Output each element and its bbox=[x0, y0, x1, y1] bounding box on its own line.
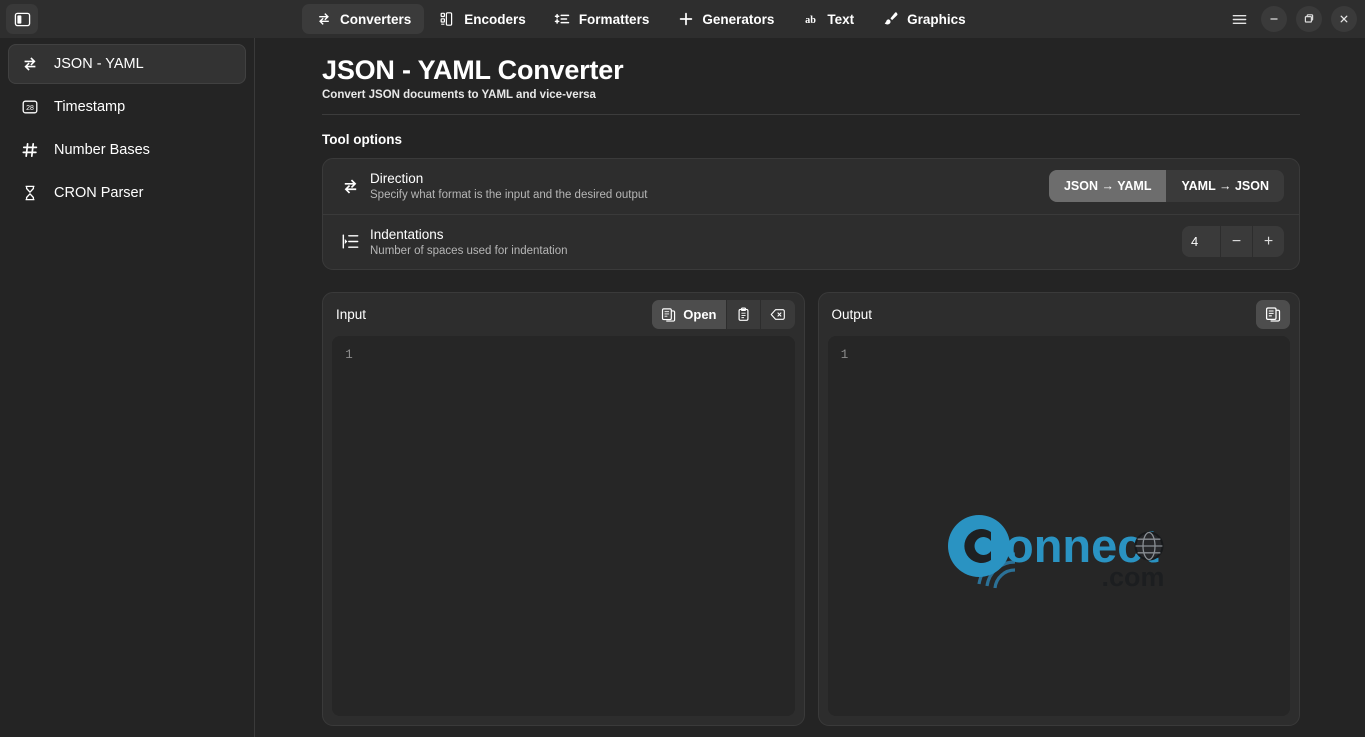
close-icon bbox=[1338, 13, 1350, 25]
open-file-button[interactable]: Open bbox=[652, 299, 726, 329]
calendar-28-icon: 28 bbox=[20, 98, 40, 116]
indent-icon bbox=[336, 232, 364, 251]
indentations-increment-button[interactable]: + bbox=[1252, 226, 1284, 258]
option-title: Direction bbox=[370, 171, 424, 187]
input-toolbar: Open bbox=[652, 299, 795, 329]
tab-label: Generators bbox=[702, 11, 775, 27]
maximize-button[interactable] bbox=[1296, 6, 1322, 32]
sidebar-panel-icon bbox=[14, 11, 31, 28]
tab-label: Graphics bbox=[907, 11, 966, 27]
format-list-icon bbox=[554, 11, 571, 28]
input-panel: Input Open 1 bbox=[322, 291, 805, 726]
svg-text:28: 28 bbox=[26, 105, 34, 112]
convert-arrows-icon bbox=[315, 11, 332, 28]
sidebar-item-label: Number Bases bbox=[54, 142, 150, 158]
input-code-area[interactable] bbox=[366, 336, 795, 716]
convert-arrows-icon bbox=[336, 177, 364, 196]
sidebar-item-cron-parser[interactable]: CRON Parser bbox=[8, 173, 246, 213]
output-panel: Output 1 onnect .com bbox=[817, 291, 1300, 726]
option-description: Specify what format is the input and the… bbox=[370, 189, 648, 202]
sidebar-toggle-button[interactable] bbox=[6, 4, 38, 34]
paste-button[interactable] bbox=[725, 299, 760, 329]
output-panel-header: Output bbox=[819, 293, 1300, 336]
tab-label: Formatters bbox=[578, 11, 650, 27]
sidebar-item-label: Timestamp bbox=[54, 99, 126, 115]
restore-window-icon bbox=[1303, 13, 1315, 25]
indentations-decrement-button[interactable]: − bbox=[1220, 226, 1252, 258]
close-button[interactable] bbox=[1331, 6, 1357, 32]
minimize-icon bbox=[1268, 13, 1280, 25]
option-row-indentations: Indentations Number of spaces used for i… bbox=[323, 213, 1299, 269]
editor-panels: Input Open 1 Output 1 onnect .com bbox=[322, 291, 1300, 726]
main-tab-bar: Converters Encoders Formatters Generator… bbox=[302, 4, 979, 34]
option-text-indentations: Indentations Number of spaces used for i… bbox=[364, 227, 1182, 257]
option-row-direction: Direction Specify what format is the inp… bbox=[323, 159, 1299, 214]
tool-options-label: Tool options bbox=[322, 131, 402, 147]
open-file-icon bbox=[661, 307, 676, 322]
indentations-stepper: 4 − + bbox=[1182, 226, 1284, 258]
direction-option-yaml-to-json[interactable]: YAML → JSON bbox=[1166, 170, 1284, 202]
page-subtitle: Convert JSON documents to YAML and vice-… bbox=[322, 88, 596, 101]
tab-converters[interactable]: Converters bbox=[302, 4, 425, 34]
paste-clipboard-icon bbox=[736, 307, 751, 322]
option-text-direction: Direction Specify what format is the inp… bbox=[364, 171, 1049, 201]
convert-arrows-icon bbox=[20, 55, 40, 73]
clear-input-button[interactable] bbox=[759, 299, 795, 329]
sidebar: JSON - YAML 28 Timestamp Number Bases CR… bbox=[0, 38, 255, 737]
option-title: Indentations bbox=[370, 226, 444, 242]
tab-encoders[interactable]: Encoders bbox=[426, 4, 539, 34]
minimize-button[interactable] bbox=[1261, 6, 1287, 32]
barcode-icon bbox=[439, 11, 456, 28]
output-panel-title: Output bbox=[831, 306, 873, 322]
plus-icon bbox=[677, 11, 694, 28]
main-menu-button[interactable] bbox=[1226, 6, 1252, 32]
sidebar-item-timestamp[interactable]: 28 Timestamp bbox=[8, 87, 246, 127]
indentations-value-input[interactable]: 4 bbox=[1182, 226, 1220, 258]
window-controls bbox=[1226, 0, 1357, 38]
page-title: JSON - YAML Converter bbox=[322, 55, 624, 85]
open-file-label: Open bbox=[683, 306, 717, 322]
output-line-numbers: 1 bbox=[840, 347, 849, 362]
direction-option-json-to-yaml[interactable]: JSON → YAML bbox=[1048, 170, 1167, 203]
output-text-editor[interactable]: 1 onnect .com bbox=[827, 335, 1291, 716]
input-line-numbers: 1 bbox=[345, 347, 353, 362]
clear-backspace-icon bbox=[770, 307, 786, 322]
output-toolbar bbox=[1256, 299, 1290, 329]
title-bar: Converters Encoders Formatters Generator… bbox=[0, 0, 1365, 38]
svg-text:ab: ab bbox=[805, 15, 816, 26]
sidebar-item-label: CRON Parser bbox=[54, 185, 144, 201]
sidebar-item-json-yaml[interactable]: JSON - YAML bbox=[8, 44, 246, 84]
input-text-editor[interactable]: 1 bbox=[332, 335, 795, 716]
copy-clipboard-icon bbox=[1265, 306, 1281, 322]
tool-options-card: Direction Specify what format is the inp… bbox=[322, 157, 1300, 270]
copy-output-button[interactable] bbox=[1256, 299, 1290, 329]
hamburger-menu-icon bbox=[1231, 11, 1248, 28]
option-description: Number of spaces used for indentation bbox=[370, 244, 568, 257]
sidebar-item-label: JSON - YAML bbox=[54, 56, 144, 72]
direction-segmented-control: JSON → YAML YAML → JSON bbox=[1048, 170, 1284, 203]
hourglass-icon bbox=[20, 184, 40, 202]
hash-icon bbox=[20, 141, 40, 159]
ab-text-icon: ab bbox=[802, 11, 819, 28]
tab-formatters[interactable]: Formatters bbox=[541, 4, 663, 34]
app-body: JSON - YAML 28 Timestamp Number Bases CR… bbox=[0, 38, 1365, 737]
output-code-area[interactable] bbox=[862, 336, 1291, 716]
tab-generators[interactable]: Generators bbox=[664, 4, 787, 34]
header-divider bbox=[322, 113, 1300, 115]
brush-icon bbox=[882, 11, 899, 28]
input-panel-title: Input bbox=[336, 306, 367, 322]
sidebar-item-number-bases[interactable]: Number Bases bbox=[8, 130, 246, 170]
tab-label: Text bbox=[827, 11, 855, 27]
main-content: JSON - YAML Converter Convert JSON docum… bbox=[255, 38, 1365, 737]
tab-label: Encoders bbox=[464, 11, 526, 27]
tab-graphics[interactable]: Graphics bbox=[869, 4, 979, 34]
tab-label: Converters bbox=[340, 11, 412, 27]
input-panel-header: Input Open bbox=[323, 293, 804, 336]
tab-text[interactable]: ab Text bbox=[789, 4, 867, 34]
